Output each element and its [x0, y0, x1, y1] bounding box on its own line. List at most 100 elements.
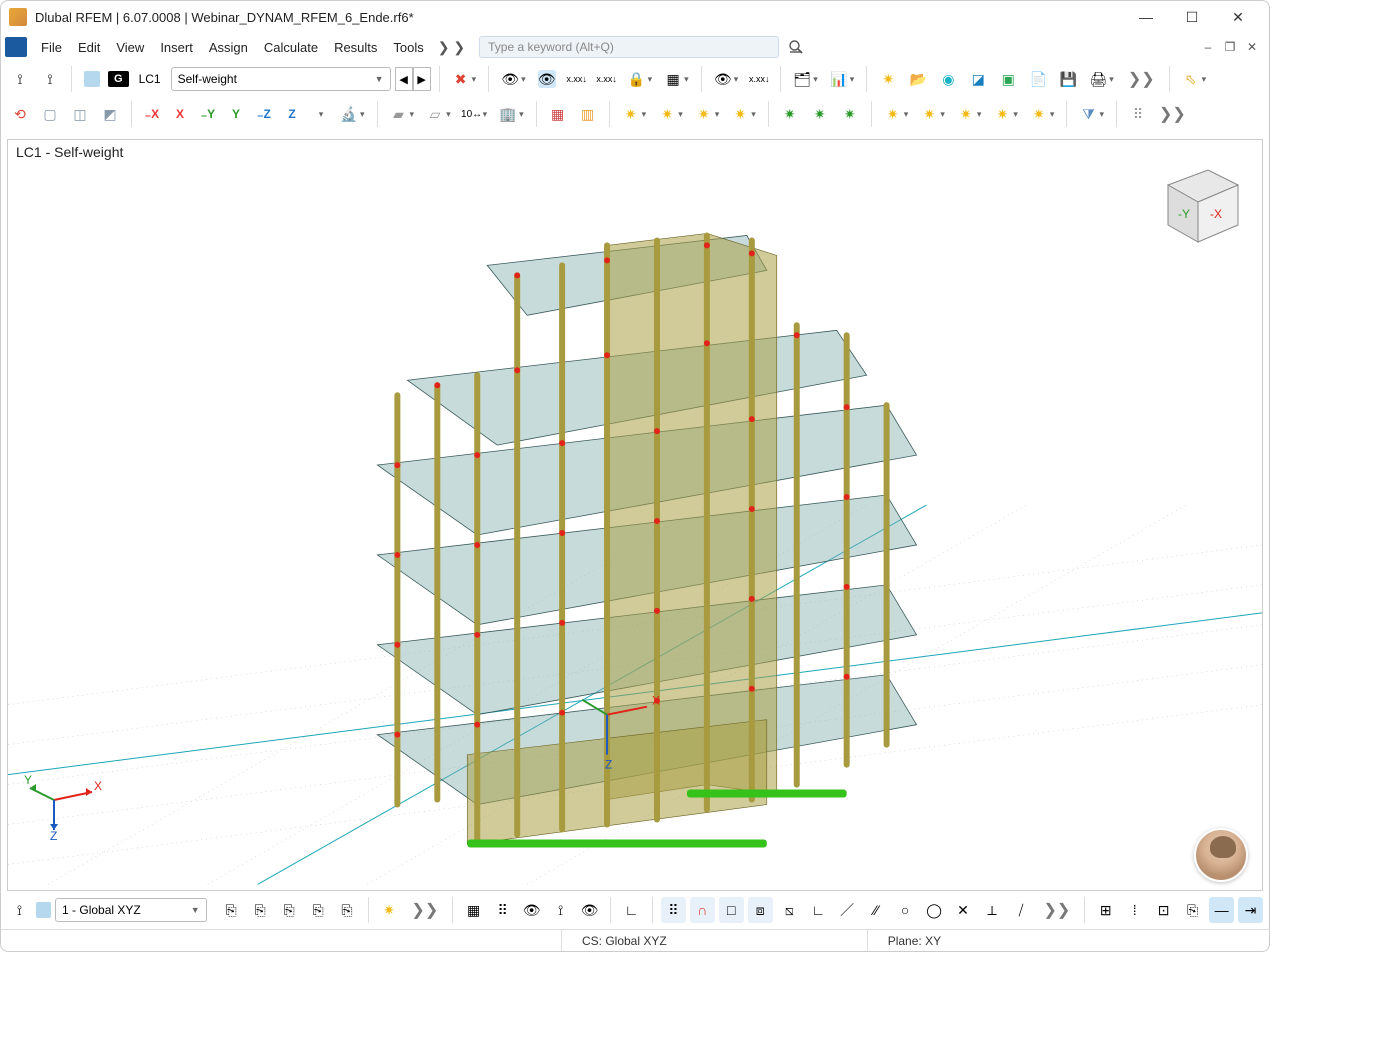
osnap-grid[interactable]: ⠿	[661, 897, 686, 923]
osnap-2[interactable]: ∟	[806, 897, 831, 923]
load-star-2[interactable]: ✷▾	[654, 101, 687, 127]
tool-block[interactable]: ▣	[995, 66, 1021, 92]
tool-xxx-3[interactable]: x.xx↓	[746, 66, 772, 92]
axis-more[interactable]: ▾	[308, 101, 332, 127]
tool-mesh[interactable]: ▦	[545, 101, 571, 127]
mdi-close-button[interactable]: ✕	[1243, 39, 1261, 55]
search-icon[interactable]	[785, 36, 807, 58]
snap-3[interactable]: 👁	[519, 897, 544, 923]
mdi-restore-button[interactable]: ❐	[1221, 39, 1239, 55]
load-tree-2[interactable]: ✷	[807, 101, 833, 127]
toolbar-more[interactable]: ❯❯	[1128, 69, 1155, 89]
axis-x-neg[interactable]: ₋X	[140, 101, 164, 127]
tool-print[interactable]: 🖨▾	[1085, 66, 1118, 92]
load-tree-3[interactable]: ✷	[837, 101, 863, 127]
axis-z-pos[interactable]: Z	[280, 101, 304, 127]
tool-delete-load[interactable]: ✖▾	[448, 66, 481, 92]
osnap-7[interactable]: ✕	[951, 897, 976, 923]
tool-support-2[interactable]: ⟟	[37, 66, 63, 92]
menu-calculate[interactable]: Calculate	[256, 37, 326, 58]
osnap-5[interactable]: ○	[893, 897, 918, 923]
tool-cursor[interactable]: ⬁▾	[1178, 66, 1211, 92]
tool-filter[interactable]: ⧩▾	[1075, 101, 1108, 127]
load-gen-4[interactable]: ✷▾	[989, 101, 1022, 127]
osnap-1[interactable]: ⧅	[777, 897, 802, 923]
menu-file[interactable]: File	[33, 37, 70, 58]
bottom-more[interactable]: ❯❯	[411, 900, 438, 920]
osnap-mid[interactable]: ⧈	[748, 897, 773, 923]
load-gen-1[interactable]: ✷▾	[880, 101, 913, 127]
tool-eye-1[interactable]: 👁▾	[497, 66, 530, 92]
axis-z-neg[interactable]: ₋Z	[252, 101, 276, 127]
osnap-end[interactable]: □	[719, 897, 744, 923]
workplane-combo[interactable]: 1 - Global XYZ ▼	[55, 898, 207, 922]
bt-4[interactable]: ⎘	[306, 897, 331, 923]
mdi-minimize-button[interactable]: –	[1199, 39, 1217, 55]
tool-building[interactable]: 🏢▾	[495, 101, 528, 127]
snap-angle[interactable]: ∟	[619, 897, 644, 923]
prev-loadcase-button[interactable]: ◀	[395, 67, 413, 91]
snap-4[interactable]: ⟟	[548, 897, 573, 923]
snap-2[interactable]: ⠿	[490, 897, 515, 923]
load-gen-3[interactable]: ✷▾	[953, 101, 986, 127]
load-gen-5[interactable]: ✷▾	[1026, 101, 1059, 127]
model-viewport[interactable]: LC1 - Self-weight	[7, 139, 1263, 891]
osnap-8[interactable]: ⟂	[980, 897, 1005, 923]
workplane-button[interactable]: ⟟	[7, 897, 32, 923]
tool-box-2[interactable]: ◫	[67, 101, 93, 127]
tool-bars[interactable]: ▥	[575, 101, 601, 127]
menu-results[interactable]: Results	[326, 37, 385, 58]
bt-5[interactable]: ⎘	[335, 897, 360, 923]
snap-1[interactable]: ▦	[461, 897, 486, 923]
menu-assign[interactable]: Assign	[201, 37, 256, 58]
toolbar2-more[interactable]: ❯❯	[1159, 104, 1186, 124]
menu-more[interactable]: ❯ ❯	[432, 39, 471, 56]
menu-view[interactable]: View	[108, 37, 152, 58]
load-tree-1[interactable]: ✷	[777, 101, 803, 127]
tool-shade-1[interactable]: ▰▾	[386, 101, 419, 127]
tool-save[interactable]: 💾	[1055, 66, 1081, 92]
guide-3[interactable]: ⊡	[1151, 897, 1176, 923]
search-input[interactable]: Type a keyword (Alt+Q)	[479, 36, 779, 58]
tool-refresh[interactable]: ⟲	[7, 101, 33, 127]
osnap-4[interactable]: ⁄⁄	[864, 897, 889, 923]
tool-new[interactable]: ✷	[875, 66, 901, 92]
tool-scale[interactable]: 10↔▾	[459, 101, 492, 127]
osnap-magnet[interactable]: ∩	[690, 897, 715, 923]
bt-star[interactable]: ✷	[376, 897, 401, 923]
osnap-6[interactable]: ◯	[922, 897, 947, 923]
menu-edit[interactable]: Edit	[70, 37, 108, 58]
color-swatch[interactable]	[80, 66, 104, 92]
bottom-more-2[interactable]: ❯❯	[1043, 900, 1070, 920]
next-loadcase-button[interactable]: ▶	[413, 67, 431, 91]
nav-cube[interactable]: -Y -X	[1148, 150, 1248, 250]
maximize-button[interactable]: ☐	[1169, 2, 1215, 32]
tool-xxx-2[interactable]: x.xx↓	[594, 66, 620, 92]
tool-box-1[interactable]: ▢	[37, 101, 63, 127]
axis-x-pos[interactable]: X	[168, 101, 192, 127]
tool-support-1[interactable]: ⟟	[7, 66, 33, 92]
tool-eye-2[interactable]: 👁	[534, 66, 560, 92]
axis-y-pos[interactable]: Y	[224, 101, 248, 127]
minimize-button[interactable]: —	[1123, 2, 1169, 32]
menu-tools[interactable]: Tools	[385, 37, 431, 58]
load-star-1[interactable]: ✷▾	[618, 101, 651, 127]
guide-2[interactable]: ⁞	[1122, 897, 1147, 923]
tool-script[interactable]: 📄	[1025, 66, 1051, 92]
tool-box-3[interactable]: ◩	[97, 101, 123, 127]
bt-3[interactable]: ⎘	[277, 897, 302, 923]
guide-1[interactable]: ⊞	[1093, 897, 1118, 923]
load-gen-2[interactable]: ✷▾	[916, 101, 949, 127]
user-avatar[interactable]	[1194, 828, 1248, 882]
axis-y-neg[interactable]: ₋Y	[196, 101, 220, 127]
tool-lock[interactable]: 🔒▾	[624, 66, 657, 92]
snap-5[interactable]: 👁	[577, 897, 602, 923]
loadcase-combo[interactable]: Self-weight ▼	[171, 67, 391, 91]
guide-6[interactable]: ⇥	[1238, 897, 1263, 923]
load-star-4[interactable]: ✷▾	[727, 101, 760, 127]
bt-2[interactable]: ⎘	[248, 897, 273, 923]
tool-results-nav[interactable]: 📊▾	[826, 66, 859, 92]
tool-eye-3[interactable]: 👁▾	[710, 66, 743, 92]
tool-cloud-2[interactable]: ◪	[965, 66, 991, 92]
tool-sections[interactable]: 🗂▾	[789, 66, 822, 92]
